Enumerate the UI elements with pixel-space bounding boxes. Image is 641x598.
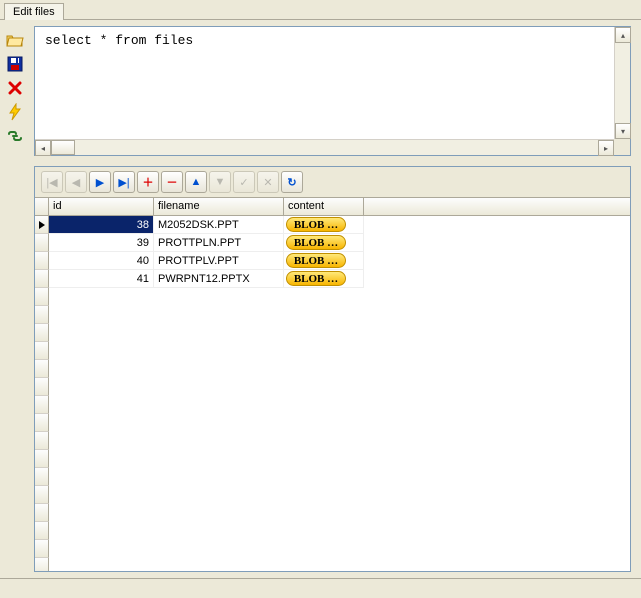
scroll-right-icon[interactable]: ▸ (598, 140, 614, 156)
cell-id[interactable]: 38 (49, 216, 154, 234)
grid-corner-cell (35, 198, 49, 215)
tab-label: Edit files (13, 6, 55, 18)
table-row[interactable]: 39 PROTTPLN.PPT BLOB … (35, 234, 630, 252)
empty-row-gutter (35, 288, 630, 571)
sql-vertical-scrollbar[interactable]: ▴ ▾ (614, 27, 630, 139)
blob-button[interactable]: BLOB … (286, 253, 346, 268)
sql-query-input[interactable]: select * from files (35, 27, 630, 155)
cell-content: BLOB … (284, 252, 364, 270)
lightning-icon[interactable] (5, 102, 25, 122)
nav-next-button[interactable]: ▶ (89, 171, 111, 193)
cell-filename[interactable]: M2052DSK.PPT (154, 216, 284, 234)
record-navigator-toolbar: |◀ ◀ ▶ ▶| ＋ － ▲ ▼ ✓ ✕ ↻ (35, 167, 630, 198)
sql-horizontal-scrollbar[interactable]: ◂ ▸ (35, 139, 614, 155)
table-row[interactable]: 38 M2052DSK.PPT BLOB … (35, 216, 630, 234)
cell-id[interactable]: 41 (49, 270, 154, 288)
row-indicator (35, 270, 49, 288)
save-disk-icon[interactable] (5, 54, 25, 74)
scroll-down-icon[interactable]: ▾ (615, 123, 631, 139)
side-toolbar (0, 20, 30, 578)
table-row[interactable]: 41 PWRPNT12.PPTX BLOB … (35, 270, 630, 288)
cell-filename[interactable]: PROTTPLN.PPT (154, 234, 284, 252)
sql-editor-panel: select * from files ▴ ▾ ◂ ▸ (34, 26, 631, 156)
nav-down-button[interactable]: ▼ (209, 171, 231, 193)
row-indicator (35, 252, 49, 270)
cell-content: BLOB … (284, 234, 364, 252)
cell-id[interactable]: 39 (49, 234, 154, 252)
blob-button[interactable]: BLOB … (286, 217, 346, 232)
nav-delete-button[interactable]: － (161, 171, 183, 193)
tab-edit-files[interactable]: Edit files (4, 3, 64, 20)
nav-cancel-button[interactable]: ✕ (257, 171, 279, 193)
scroll-corner (614, 139, 630, 155)
delete-x-icon[interactable] (5, 78, 25, 98)
cell-content: BLOB … (284, 270, 364, 288)
column-header-content[interactable]: content (284, 198, 364, 215)
scroll-left-icon[interactable]: ◂ (35, 140, 51, 156)
cell-filename[interactable]: PROTTPLV.PPT (154, 252, 284, 270)
cell-filename[interactable]: PWRPNT12.PPTX (154, 270, 284, 288)
grid-header-row: id filename content (35, 198, 630, 216)
open-folder-icon[interactable] (5, 30, 25, 50)
nav-prev-button[interactable]: ◀ (65, 171, 87, 193)
chain-icon[interactable] (5, 126, 25, 146)
row-indicator-icon (35, 216, 49, 234)
grid-body: 38 M2052DSK.PPT BLOB … 39 PROTTPLN.PPT B… (35, 216, 630, 571)
scroll-thumb[interactable] (51, 140, 75, 155)
blob-button[interactable]: BLOB … (286, 235, 346, 250)
nav-add-button[interactable]: ＋ (137, 171, 159, 193)
cell-content: BLOB … (284, 216, 364, 234)
nav-first-button[interactable]: |◀ (41, 171, 63, 193)
nav-up-button[interactable]: ▲ (185, 171, 207, 193)
row-indicator (35, 234, 49, 252)
status-bar (0, 578, 641, 596)
nav-last-button[interactable]: ▶| (113, 171, 135, 193)
column-header-filename[interactable]: filename (154, 198, 284, 215)
nav-refresh-button[interactable]: ↻ (281, 171, 303, 193)
blob-button[interactable]: BLOB … (286, 271, 346, 286)
scroll-up-icon[interactable]: ▴ (615, 27, 631, 43)
nav-check-button[interactable]: ✓ (233, 171, 255, 193)
column-header-spacer (364, 198, 630, 215)
results-grid-panel: |◀ ◀ ▶ ▶| ＋ － ▲ ▼ ✓ ✕ ↻ id filename cont (34, 166, 631, 572)
cell-id[interactable]: 40 (49, 252, 154, 270)
table-row[interactable]: 40 PROTTPLV.PPT BLOB … (35, 252, 630, 270)
tab-strip: Edit files (0, 0, 641, 20)
column-header-id[interactable]: id (49, 198, 154, 215)
